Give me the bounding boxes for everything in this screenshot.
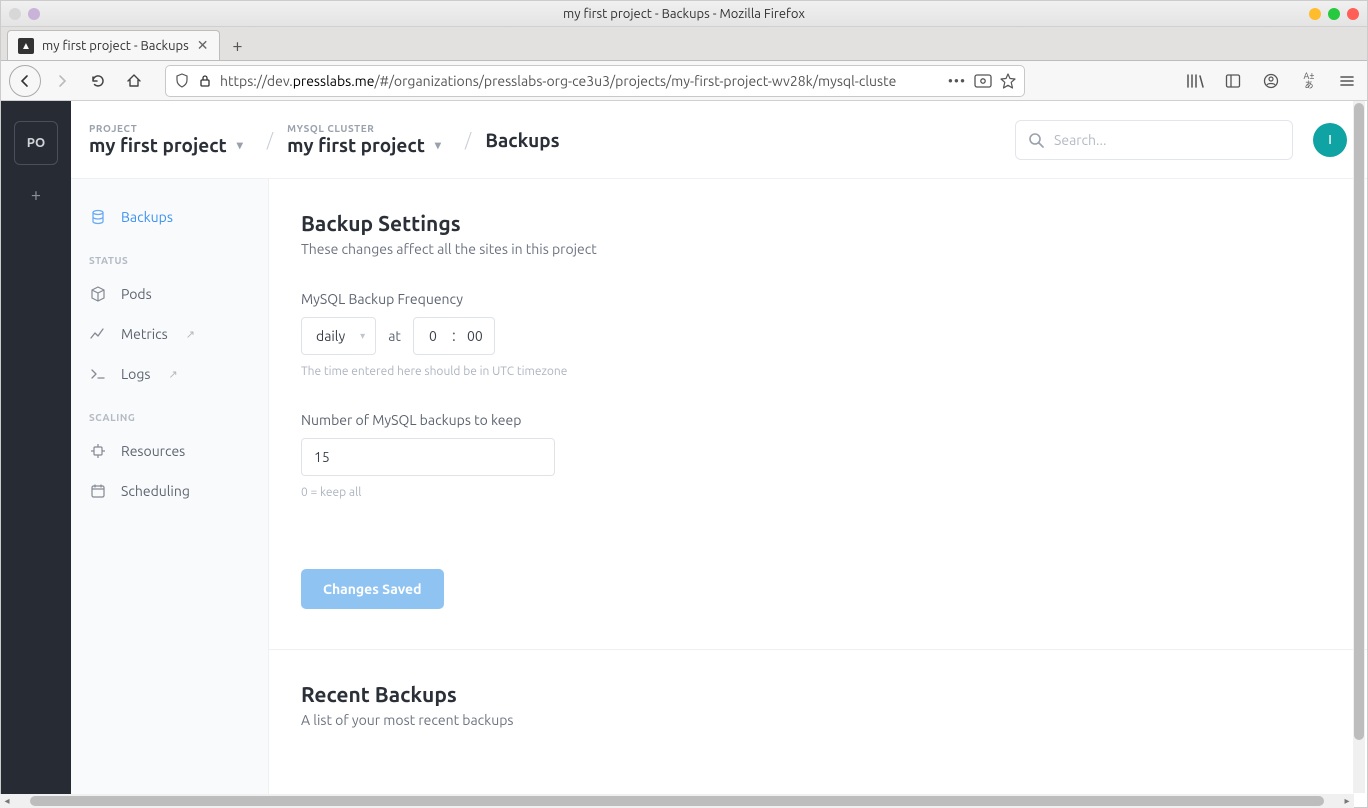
breadcrumb-current: Backups [485,129,559,151]
sidemenu-item-pods[interactable]: Pods [71,274,268,314]
library-icon[interactable] [1183,66,1207,96]
section-subtitle: A list of your most recent backups [301,712,1335,728]
search-icon [1028,132,1044,148]
sidemenu-item-backups[interactable]: Backups [71,197,268,237]
sidemenu-heading: SCALING [71,394,268,431]
window-maximize[interactable] [1328,8,1340,20]
url-text: https://dev.presslabs.me/#/organizations… [220,73,940,89]
horizontal-scrollbar[interactable]: ◂▸ [0,794,1354,808]
chart-icon [89,326,107,342]
breadcrumb-cluster[interactable]: MYSQL CLUSTER my first project▾ [287,123,441,156]
vertical-scrollbar[interactable] [1353,101,1365,793]
chevron-down-icon[interactable]: ▾ [435,138,441,152]
save-button[interactable]: Changes Saved [301,569,444,609]
window-dot [28,8,40,20]
forward-button[interactable] [47,66,77,96]
sidemenu-label: Logs [121,366,150,382]
window-minimize[interactable] [1309,8,1321,20]
sidemenu-label: Backups [121,209,173,225]
back-button[interactable] [9,65,41,97]
external-icon: ↗ [186,328,195,341]
home-button[interactable] [119,66,149,96]
bookmark-icon[interactable] [1000,73,1016,89]
chevron-down-icon: ▾ [360,330,365,342]
hour-input[interactable] [414,328,452,344]
cube-icon [89,286,107,302]
tab-title: my first project - Backups [42,39,189,53]
keep-hint: 0 = keep all [301,486,1335,499]
avatar[interactable]: I [1313,123,1347,157]
more-icon[interactable]: ••• [948,73,966,89]
reader-icon[interactable] [974,73,992,89]
calendar-icon [89,483,107,499]
timezone-hint: The time entered here should be in UTC t… [301,365,1335,378]
sidemenu-label: Scheduling [121,483,190,499]
frequency-select[interactable]: daily ▾ [301,317,376,355]
window-close[interactable] [1347,8,1359,20]
nav-toolbar: https://dev.presslabs.me/#/organizations… [1,61,1367,101]
breadcrumb-label: PROJECT [89,123,243,134]
database-icon [89,209,107,225]
tab-close-icon[interactable]: ✕ [197,37,209,54]
account-icon[interactable] [1259,66,1283,96]
lock-icon[interactable] [198,74,212,88]
field-label: Number of MySQL backups to keep [301,412,1335,428]
terminal-icon [89,366,107,382]
sidemenu-label: Resources [121,443,185,459]
tab-strip: ▲ my first project - Backups ✕ + [1,27,1367,61]
add-org-button[interactable]: + [31,185,41,205]
sidemenu-item-scheduling[interactable]: Scheduling [71,471,268,511]
new-tab-button[interactable]: + [224,32,252,60]
window-title: my first project - Backups - Mozilla Fir… [1,7,1367,21]
reload-button[interactable] [83,66,113,96]
breadcrumb-separator: / [465,130,471,150]
side-menu: Backups STATUS Pods Metrics ↗ Logs [71,179,269,807]
sidemenu-heading: STATUS [71,237,268,274]
external-icon: ↗ [168,368,177,381]
section-title: Backup Settings [301,211,1335,235]
menu-icon[interactable] [1335,66,1359,96]
section-subtitle: These changes affect all the sites in th… [301,241,1335,257]
org-badge[interactable]: PO [14,121,58,165]
url-bar[interactable]: https://dev.presslabs.me/#/organizations… [165,65,1025,97]
text-encoding-icon[interactable]: A±あ [1297,66,1321,96]
at-label: at [388,328,401,344]
sidemenu-item-metrics[interactable]: Metrics ↗ [71,314,268,354]
minute-input[interactable] [456,328,494,344]
field-label: MySQL Backup Frequency [301,291,1335,307]
tab-favicon: ▲ [18,38,34,54]
keep-count-input[interactable] [301,438,555,476]
time-field[interactable]: : [413,317,495,355]
browser-tab[interactable]: ▲ my first project - Backups ✕ [7,30,220,60]
org-rail: PO + [1,101,71,807]
breadcrumb-separator: / [267,130,273,150]
window-titlebar: my first project - Backups - Mozilla Fir… [1,1,1367,27]
section-title: Recent Backups [301,682,1335,706]
window-dot [9,8,21,20]
search-box[interactable] [1015,120,1293,160]
sidemenu-item-logs[interactable]: Logs ↗ [71,354,268,394]
breadcrumb-project[interactable]: PROJECT my first project▾ [89,123,243,156]
search-input[interactable] [1054,132,1280,148]
sidebar-icon[interactable] [1221,66,1245,96]
breadcrumb-bar: PROJECT my first project▾ / MYSQL CLUSTE… [71,101,1367,179]
cpu-icon [89,443,107,459]
sidemenu-item-resources[interactable]: Resources [71,431,268,471]
sidemenu-label: Metrics [121,326,168,342]
chevron-down-icon[interactable]: ▾ [237,138,243,152]
main-content: Backup Settings These changes affect all… [269,179,1367,807]
shield-icon[interactable] [174,73,190,89]
sidemenu-label: Pods [121,286,152,302]
breadcrumb-label: MYSQL CLUSTER [287,123,441,134]
